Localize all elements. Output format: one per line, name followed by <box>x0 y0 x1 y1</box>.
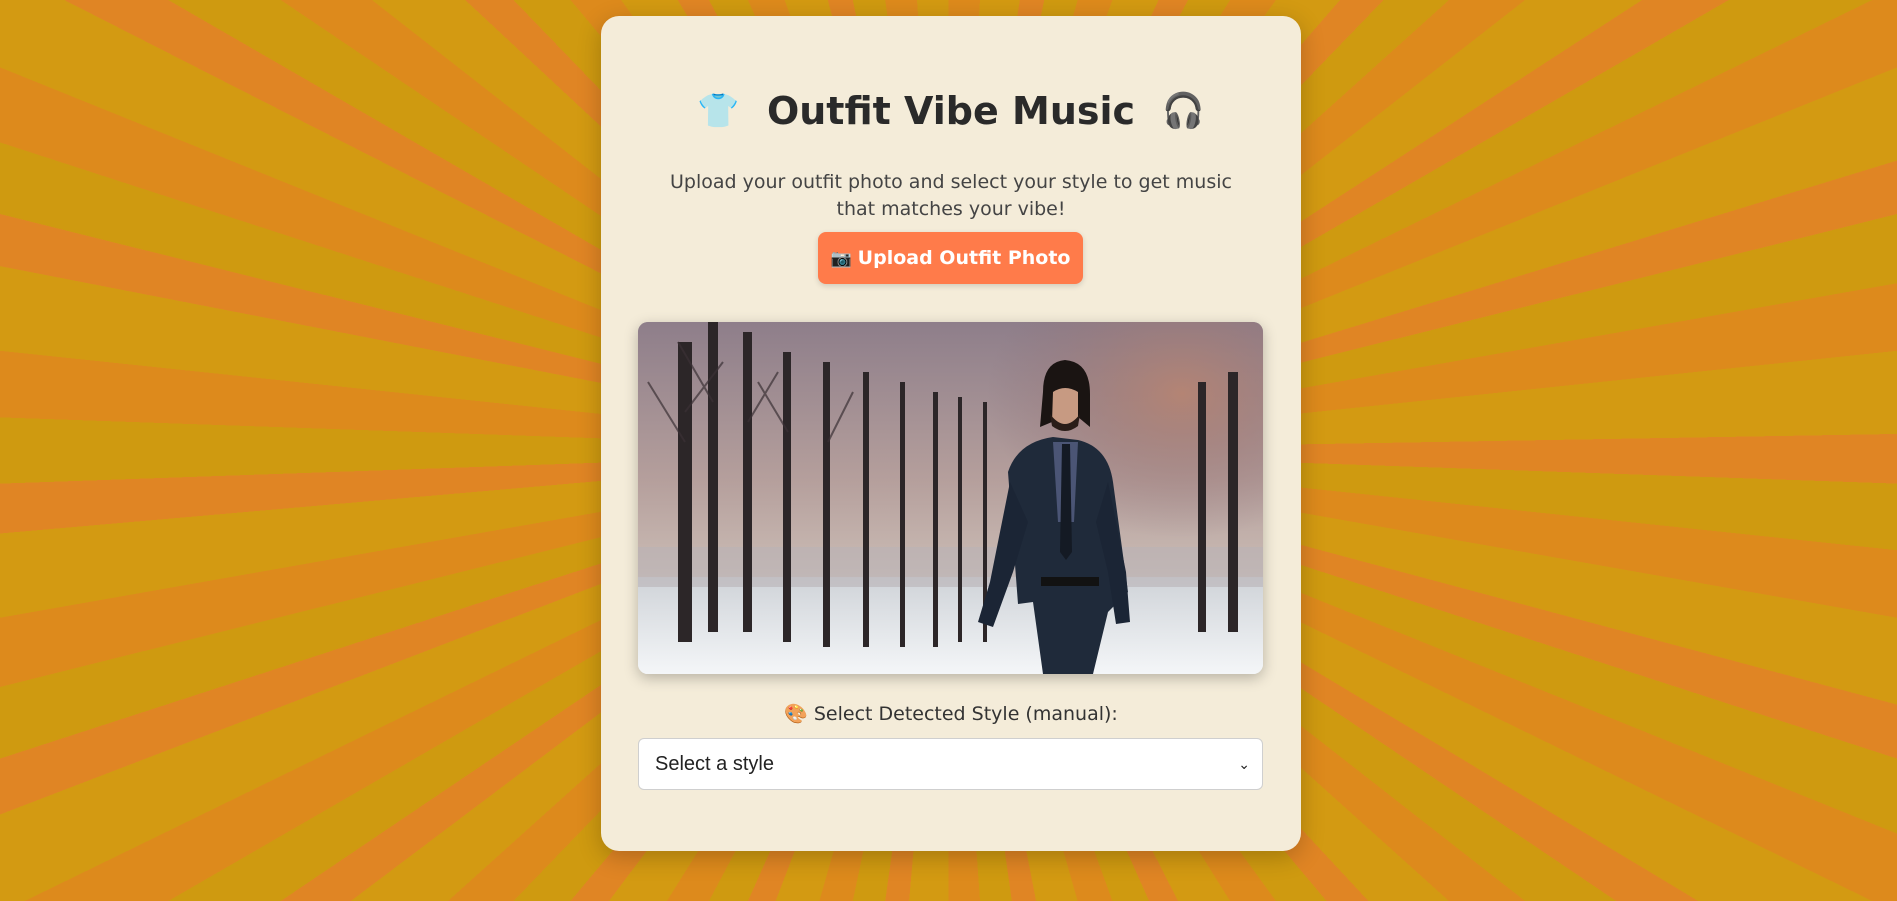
outfit-photo-image <box>638 322 1263 674</box>
shirt-icon: 👕 <box>697 90 740 131</box>
page-title: Outfit Vibe Music <box>766 88 1136 133</box>
style-select-value: Select a style <box>655 753 774 775</box>
style-select-dropdown[interactable]: Select a style ⌄ <box>638 738 1263 790</box>
headphones-icon: 🎧 <box>1162 90 1205 131</box>
upload-button-label: Upload Outfit Photo <box>857 247 1071 269</box>
upload-outfit-photo-button[interactable]: 📷 Upload Outfit Photo <box>818 232 1083 284</box>
style-select-label: 🎨 Select Detected Style (manual): <box>601 702 1301 725</box>
chevron-down-icon: ⌄ <box>1238 756 1250 772</box>
page-subtitle: Upload your outfit photo and select your… <box>670 171 1232 220</box>
main-card: 👕 Outfit Vibe Music 🎧 Upload your outfit… <box>601 16 1301 851</box>
style-select-label-text: Select Detected Style (manual): <box>813 703 1118 725</box>
outfit-photo-preview <box>638 322 1263 674</box>
palette-icon: 🎨 <box>784 703 808 725</box>
camera-icon: 📷 <box>830 249 852 269</box>
page-header: 👕 Outfit Vibe Music 🎧 <box>601 86 1301 133</box>
